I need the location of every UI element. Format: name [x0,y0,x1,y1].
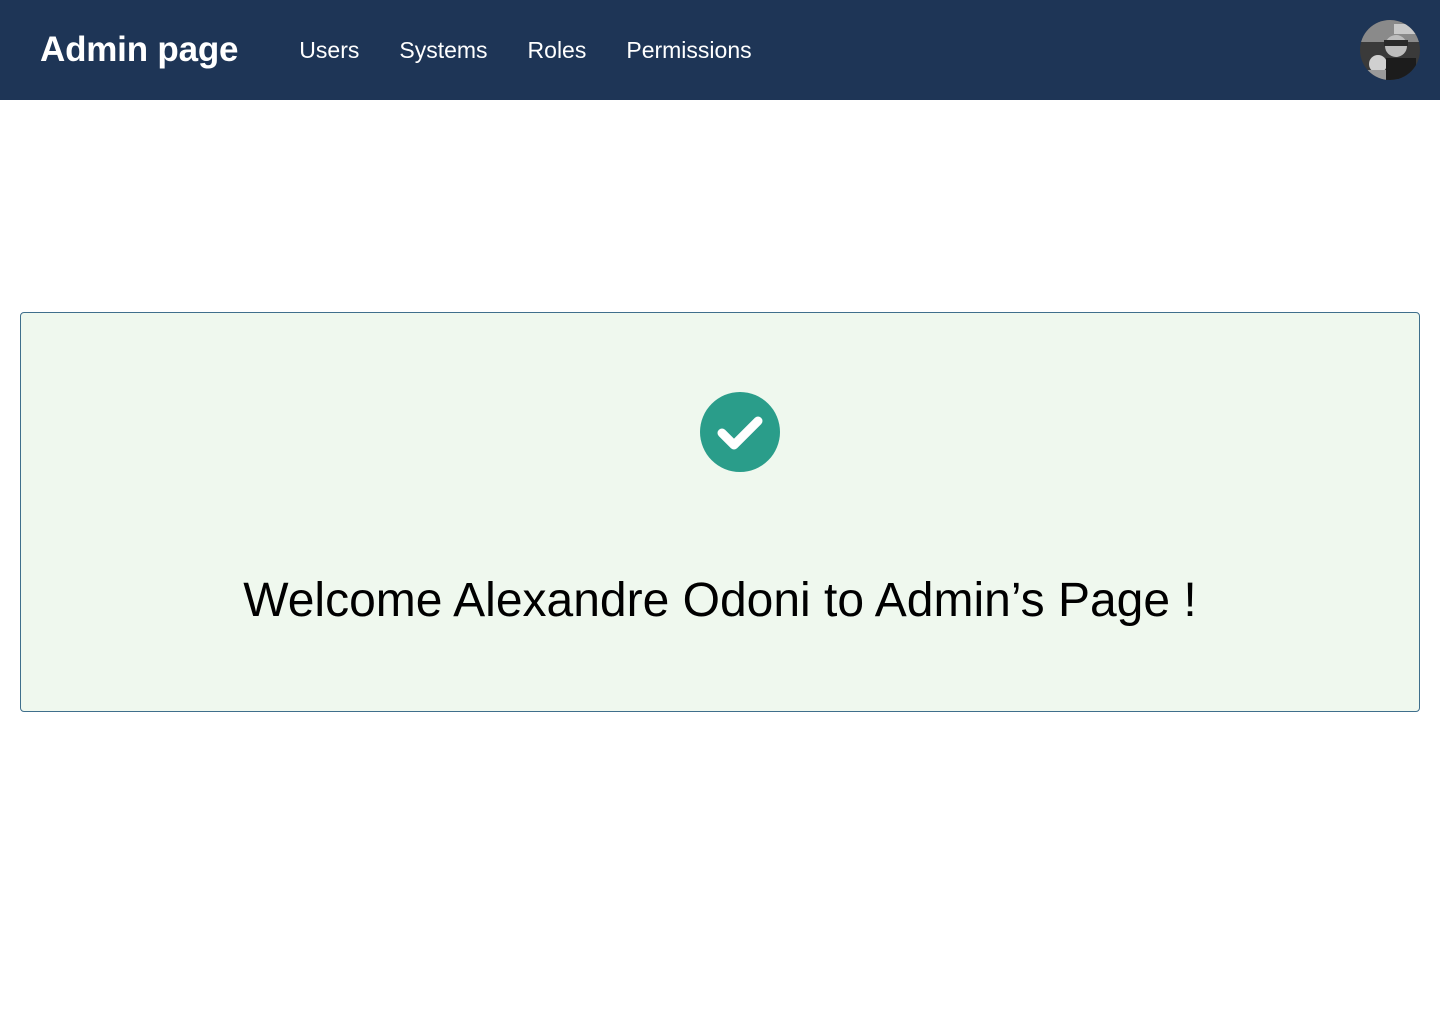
nav-link-users[interactable]: Users [299,37,359,64]
welcome-message: Welcome Alexandre Odoni to Admin’s Page … [243,574,1197,627]
nav-link-roles[interactable]: Roles [528,37,587,64]
avatar-photo-icon [1360,20,1420,80]
user-avatar[interactable] [1360,20,1420,80]
welcome-panel: Welcome Alexandre Odoni to Admin’s Page … [20,312,1420,712]
nav-link-permissions[interactable]: Permissions [626,37,751,64]
top-navbar: Admin page Users Systems Roles Permissio… [0,0,1440,100]
brand-title[interactable]: Admin page [40,30,238,70]
main-nav: Users Systems Roles Permissions [279,37,771,64]
nav-link-systems[interactable]: Systems [399,37,487,64]
check-circle-icon [700,392,780,472]
